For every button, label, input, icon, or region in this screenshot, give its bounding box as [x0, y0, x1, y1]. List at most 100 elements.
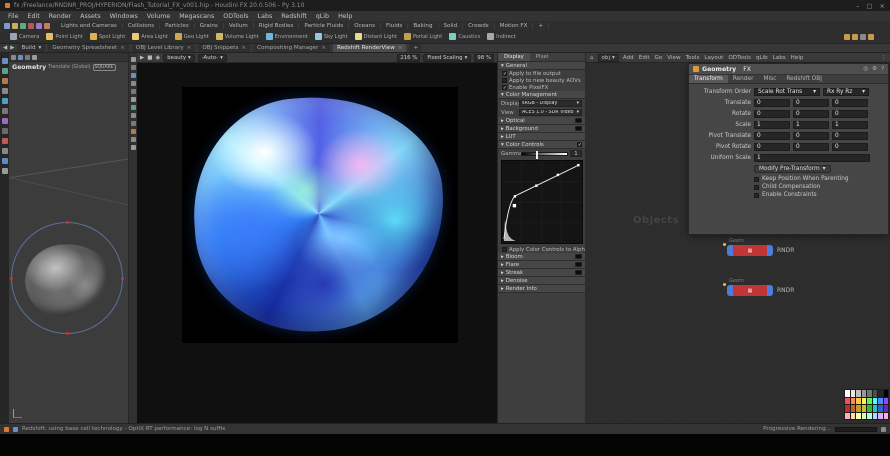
back-icon[interactable]: ◀ — [3, 44, 7, 52]
render-snapshot-icon[interactable]: ◉ — [155, 54, 160, 62]
settings-icon[interactable] — [44, 23, 50, 29]
renderview-canvas[interactable] — [137, 63, 497, 423]
shelf-tab[interactable]: Lights and Cameras — [56, 23, 123, 29]
parameter-checkbox-row[interactable]: Child Compensation — [754, 183, 884, 191]
pose-tool-icon[interactable] — [2, 98, 8, 104]
network-menu-item[interactable]: Tools — [686, 55, 700, 61]
checkbox[interactable]: ✓ — [502, 71, 507, 76]
palette-swatch[interactable] — [867, 390, 872, 397]
gizmo-handle-bottom[interactable] — [66, 332, 69, 335]
parameter-checkbox-row[interactable]: Enable Constraints — [754, 191, 884, 199]
palette-swatch[interactable] — [867, 413, 872, 420]
palette-swatch[interactable] — [873, 398, 878, 405]
menu-item[interactable]: Help — [338, 13, 352, 20]
checkbox[interactable] — [754, 185, 759, 190]
node-body[interactable]: ▦ — [733, 285, 767, 296]
palette-swatch[interactable] — [862, 398, 867, 405]
render-stop-icon[interactable]: ■ — [147, 54, 152, 62]
help-icon[interactable]: ? — [881, 66, 884, 72]
viewport-cam-icon[interactable] — [32, 55, 37, 60]
shelf-tab[interactable]: Particle Fluids — [299, 23, 349, 29]
palette-swatch[interactable] — [862, 413, 867, 420]
menu-item[interactable]: File — [8, 13, 19, 20]
rendered-image[interactable] — [182, 87, 458, 343]
misc-tool-icon[interactable] — [2, 168, 8, 174]
palette-swatch[interactable] — [856, 405, 861, 412]
shelf-tab[interactable]: Particles — [160, 23, 195, 29]
tab-pixel[interactable]: Pixel — [530, 53, 554, 61]
shelf-tool[interactable]: Point Light — [46, 33, 82, 40]
rop-selector[interactable]: beauty ▾ — [163, 54, 194, 62]
palette-swatch[interactable] — [845, 390, 850, 397]
node-name-label[interactable]: RNDR — [777, 287, 794, 294]
shelf-tab[interactable]: Grains — [195, 23, 224, 29]
section-denoise[interactable]: ▸ Denoise — [498, 277, 585, 285]
display-normals-icon[interactable] — [131, 97, 136, 102]
shelf-tab[interactable]: Solid — [439, 23, 464, 29]
shelf-tab[interactable]: Rigid Bodies — [254, 23, 300, 29]
section-lut[interactable]: ▸ LUT — [498, 133, 585, 141]
redo-icon[interactable] — [36, 23, 42, 29]
palette-swatch[interactable] — [862, 405, 867, 412]
node-name-label[interactable]: RNDR — [777, 247, 794, 254]
pane-tab-compositing-manager[interactable]: Compositing Manager× — [253, 44, 330, 52]
camera-tool-icon[interactable] — [844, 34, 850, 40]
palette-swatch[interactable] — [884, 398, 889, 405]
pane-tab-geometry-spreadsheet[interactable]: Geometry Spreadsheet× — [48, 44, 129, 52]
palette-swatch[interactable] — [851, 390, 856, 397]
translate-x-field[interactable]: 0 — [754, 99, 790, 107]
geometry-node[interactable]: Geom ▦ RNDR — [727, 285, 773, 296]
gamma-slider[interactable] — [521, 152, 568, 156]
palette-swatch[interactable] — [873, 390, 878, 397]
menu-item[interactable]: Windows — [110, 13, 138, 20]
display-points-icon[interactable] — [131, 89, 136, 94]
menu-item[interactable]: Edit — [28, 13, 40, 20]
tab-redshift-obj[interactable]: Redshift OBJ — [781, 75, 827, 83]
palette-swatch[interactable] — [851, 398, 856, 405]
checkbox-row[interactable]: ✓ Enable PixelFX — [498, 84, 585, 91]
paint-tool-icon[interactable] — [2, 138, 8, 144]
shelf-tab[interactable]: Oceans — [349, 23, 381, 29]
close-icon[interactable]: × — [398, 45, 403, 51]
parameter-checkbox-row[interactable]: Keep Position When Parenting — [754, 175, 884, 183]
network-menu-item[interactable]: qLib — [756, 55, 768, 61]
palette-swatch[interactable] — [851, 413, 856, 420]
network-menu-item[interactable]: Labs — [773, 55, 786, 61]
menu-item[interactable]: Redshift — [281, 13, 307, 20]
translate-y-field[interactable]: 0 — [793, 99, 829, 107]
sculpt-tool-icon[interactable] — [2, 148, 8, 154]
palette-swatch[interactable] — [878, 405, 883, 412]
forward-icon[interactable]: ▶ — [10, 44, 14, 52]
scale-tool-icon[interactable] — [2, 88, 8, 94]
menu-item[interactable]: Assets — [80, 13, 101, 20]
aov-selector[interactable]: -Auto- ▾ — [198, 54, 227, 62]
minimize-button[interactable]: – — [856, 2, 859, 10]
zoom-level-field[interactable]: 216 % — [397, 54, 420, 62]
color-controls-checkbox[interactable]: ✓ — [577, 142, 582, 147]
palette-swatch[interactable] — [845, 398, 850, 405]
palette-swatch[interactable] — [873, 405, 878, 412]
move-tool-icon[interactable] — [2, 68, 8, 74]
translate-z-field[interactable]: 0 — [832, 99, 868, 107]
checkbox-row[interactable]: Apply to new beauty AOVs — [498, 77, 585, 84]
palette-swatch[interactable] — [867, 405, 872, 412]
network-options-icon[interactable]: ⋮ — [881, 54, 887, 62]
home-icon[interactable]: ⌂ — [590, 54, 594, 62]
render-region-icon[interactable] — [131, 129, 136, 134]
close-icon[interactable]: × — [321, 45, 326, 51]
wireframe-icon[interactable] — [131, 65, 136, 70]
tab-misc[interactable]: Misc — [758, 75, 781, 83]
menu-item[interactable]: Render — [49, 13, 71, 20]
shelf-tool[interactable]: Caustics — [449, 33, 480, 40]
pin-icon[interactable]: ◎ — [863, 66, 868, 72]
add-shelf-tab-button[interactable]: + — [533, 23, 549, 29]
rotate-tool-icon[interactable] — [2, 78, 8, 84]
shelf-tool[interactable]: Portal Light — [404, 33, 443, 40]
palette-swatch[interactable] — [845, 413, 850, 420]
shelf-tab[interactable]: Crowds — [463, 23, 495, 29]
alpha-checkbox-row[interactable]: Apply Color Controls to Alpha — [498, 246, 585, 253]
camera-lock-icon[interactable] — [131, 113, 136, 118]
grid-toggle-icon[interactable] — [131, 121, 136, 126]
scale-z-field[interactable]: 1 — [832, 121, 868, 129]
network-menu-item[interactable]: Go — [655, 55, 663, 61]
